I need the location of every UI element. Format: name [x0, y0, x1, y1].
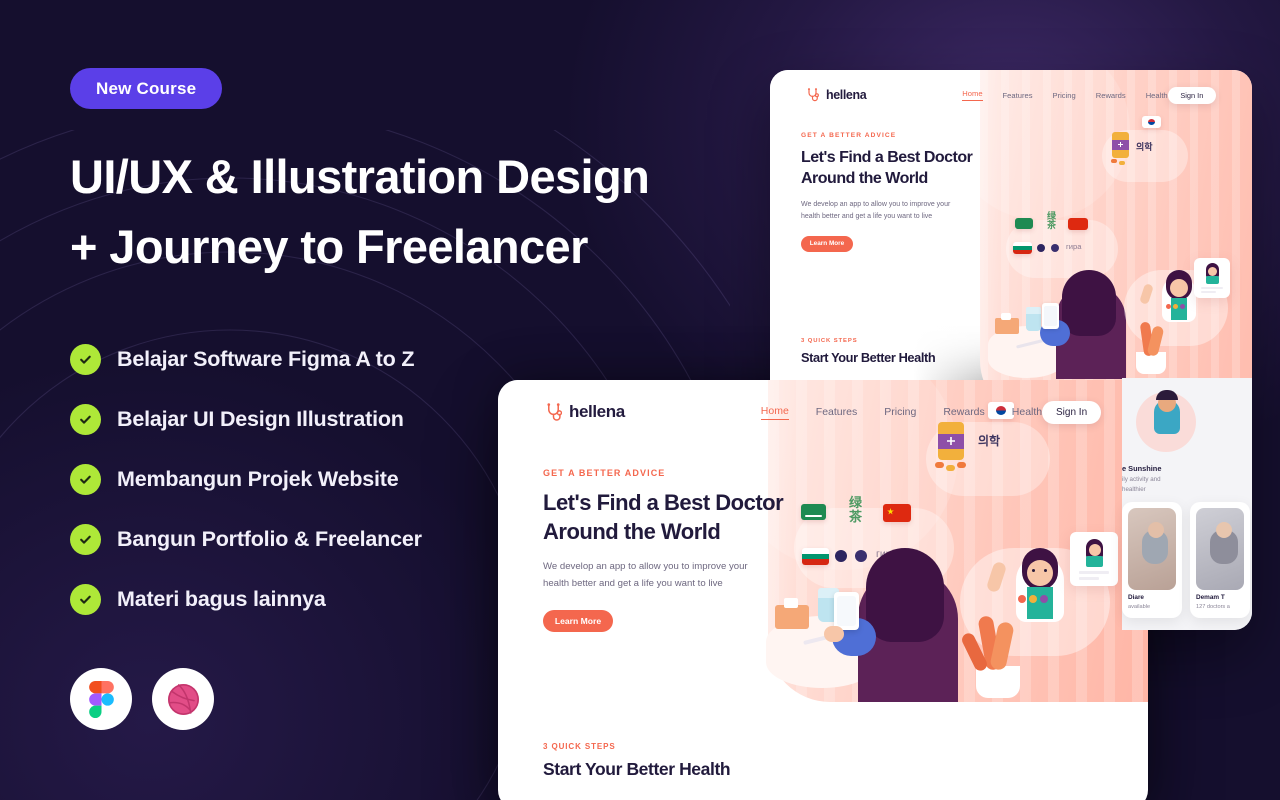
mockup-hero-front: GET A BETTER ADVICE Let's Find a Best Do…: [543, 468, 798, 632]
page-title: UI/UX & Illustration Design + Journey to…: [70, 142, 750, 281]
illustration-cjk-text: 绿茶: [1047, 211, 1057, 231]
flag-bulgaria: [802, 548, 829, 565]
hero-sub-line-2: health better and get a life you want to…: [543, 577, 723, 589]
mockup-hero-back: GET A BETTER ADVICE Let's Find a Best Do…: [801, 132, 991, 252]
nav-link-features[interactable]: Features: [816, 406, 857, 418]
doctor-profile-card: [1194, 258, 1230, 298]
photo-card[interactable]: Demam T 127 doctors a: [1190, 502, 1250, 618]
brand-name: hellena: [569, 402, 625, 421]
hero-sub-line-1: We develop an app to allow you to improv…: [543, 561, 748, 573]
mockup-section-quick-steps-back: 3 QUICK STEPS Start Your Better Health: [801, 338, 936, 365]
list-item-label: Materi bagus lainnya: [117, 586, 326, 611]
nav-link-health[interactable]: Health: [1012, 406, 1042, 418]
section-eyebrow: 3 QUICK STEPS: [543, 742, 616, 751]
brand-logo[interactable]: hellena: [545, 402, 625, 422]
list-item-label: Belajar UI Design Illustration: [117, 406, 404, 431]
section-title: Start Your Better Health: [543, 759, 731, 779]
illustration-cjk-text: 绿茶: [849, 495, 863, 524]
nav-link-home[interactable]: Home: [760, 405, 789, 420]
new-course-badge: New Course: [70, 68, 223, 109]
headline-line-1: UI/UX & Illustration Design: [70, 150, 650, 203]
headline-line-2: + Journey to Freelancer: [70, 219, 588, 273]
check-icon: [70, 523, 101, 555]
section-title: Start Your Better Health: [801, 350, 936, 365]
list-item-label: Bangun Portfolio & Freelancer: [117, 526, 422, 551]
brand-logo[interactable]: hellena: [806, 88, 867, 102]
photo-card-title: Demam T: [1196, 594, 1225, 601]
hero-eyebrow: GET A BETTER ADVICE: [801, 132, 897, 139]
list-item-label: Membangun Projek Website: [117, 466, 399, 491]
hero-sub-line-2: health better and get a life you want to…: [801, 213, 933, 221]
photo-card-sub: 127 doctors a: [1196, 604, 1230, 610]
photo-card-title: Diare: [1128, 594, 1144, 601]
hero-subtitle: We develop an app to allow you to improv…: [801, 199, 991, 224]
hero-title: Let's Find a Best Doctor Around the Worl…: [543, 489, 798, 546]
brand-name: hellena: [826, 88, 867, 102]
check-icon: [70, 583, 101, 615]
illustration-korean-text: 의학: [1136, 142, 1153, 152]
flag-saudi-arabia: [801, 504, 826, 520]
doctor-profile-card: [1070, 532, 1118, 586]
stethoscope-icon: [547, 402, 562, 421]
nav-link-rewards[interactable]: Rewards: [943, 406, 984, 418]
mockup-navbar-back: hellena Home Features Pricing Rewards He…: [770, 77, 1252, 113]
list-item-label: Belajar Software Figma A to Z: [117, 346, 415, 371]
check-icon: [70, 343, 101, 375]
mockup-section-quick-steps-front: 3 QUICK STEPS Start Your Better Health: [543, 742, 731, 780]
nav-link-health[interactable]: Health: [1146, 91, 1168, 100]
check-icon: [70, 403, 101, 435]
nav-link-rewards[interactable]: Rewards: [1096, 91, 1126, 100]
illustration-cyrillic-text: гира: [1066, 242, 1082, 251]
flag-china: [883, 504, 911, 522]
flag-south-korea: [1142, 116, 1161, 128]
hero-sub-line-1: We develop an app to allow you to improv…: [801, 201, 951, 209]
learn-more-button[interactable]: Learn More: [543, 609, 613, 632]
nav-links: Home Features Pricing Rewards Health: [962, 89, 1168, 101]
side-card-sub-2: healthier: [1122, 486, 1146, 493]
photo-card-sub: available: [1128, 604, 1151, 610]
hero-title-line-1: Let's Find a Best Doctor: [543, 490, 784, 515]
side-card-title: e Sunshine: [1122, 464, 1162, 473]
nav-link-pricing[interactable]: Pricing: [1053, 91, 1076, 100]
sign-in-button[interactable]: Sign In: [1042, 400, 1101, 424]
check-icon: [70, 463, 101, 495]
nav-link-home[interactable]: Home: [962, 89, 983, 101]
flag-china: [1068, 218, 1088, 230]
hero-title-line-2: Around the World: [801, 170, 928, 188]
dribbble-icon[interactable]: [152, 668, 214, 731]
figma-icon[interactable]: [70, 668, 132, 731]
section-eyebrow: 3 QUICK STEPS: [801, 338, 858, 344]
sign-in-button[interactable]: Sign In: [1167, 86, 1216, 104]
mockup-navbar-front: hellena Home Features Pricing Rewards He…: [498, 389, 1148, 435]
flag-saudi-arabia: [1015, 218, 1033, 229]
hero-title-line-2: Around the World: [543, 518, 721, 544]
website-mockup-front: 绿茶 гира 의학: [498, 380, 1148, 800]
hero-title: Let's Find a Best Doctor Around the Worl…: [801, 147, 991, 189]
nav-link-pricing[interactable]: Pricing: [884, 406, 916, 418]
hero-subtitle: We develop an app to allow you to improv…: [543, 559, 798, 593]
nav-links: Home Features Pricing Rewards Health: [760, 405, 1042, 420]
stethoscope-icon: [808, 88, 819, 102]
side-card-sub-1: ily activity and: [1122, 476, 1161, 483]
nav-link-features[interactable]: Features: [1003, 91, 1033, 100]
hero-eyebrow: GET A BETTER ADVICE: [543, 468, 666, 478]
flag-bulgaria: [1013, 242, 1032, 254]
photo-card[interactable]: Diare available: [1122, 502, 1182, 618]
hero-title-line-1: Let's Find a Best Doctor: [801, 149, 973, 166]
learn-more-button[interactable]: Learn More: [801, 235, 853, 252]
